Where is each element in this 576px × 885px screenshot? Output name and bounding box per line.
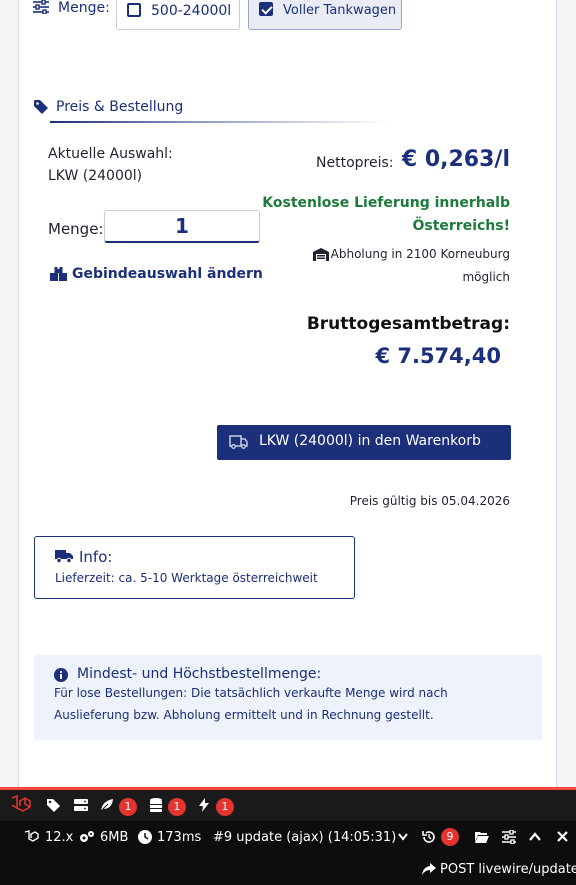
quantity-label: Menge: — [48, 220, 104, 238]
gross-total-value: € 7.574,40 — [375, 344, 501, 368]
min-max-notice: Mindest- und Höchstbestellmenge: Für los… — [34, 655, 542, 740]
share-icon — [422, 863, 436, 875]
debugbar-status: 12.x 6MB 173ms #9 update (ajax) (14:05:3… — [0, 821, 576, 885]
pickup-text: Abholung in 2100 Korneuburg — [330, 247, 510, 261]
database-icon[interactable] — [150, 798, 162, 812]
laravel-small-icon — [24, 830, 40, 844]
price-valid-until: Preis gültig bis 05.04.2026 — [349, 494, 510, 508]
add-to-cart-button[interactable]: LKW (24000l) in den Warenkorb — [217, 425, 511, 460]
section-divider — [50, 121, 390, 123]
info-box: Info: Lieferzeit: ca. 5-10 Werktage öste… — [34, 536, 355, 599]
bolt-icon[interactable] — [199, 798, 209, 812]
section-title: Preis & Bestellung — [56, 99, 184, 115]
option-500-24000l[interactable]: 500-24000l — [116, 0, 240, 30]
laravel-logo-icon[interactable] — [10, 795, 32, 815]
tags-icon[interactable] — [47, 798, 61, 812]
option-voller-tankwagen[interactable]: Voller Tankwagen — [248, 0, 402, 30]
history-badge: 9 — [441, 828, 459, 846]
warehouse-icon — [313, 248, 329, 261]
request-route: POST livewire/update — [440, 862, 576, 877]
debugbar-tabs: 1 1 1 — [0, 787, 576, 821]
quantity-filter-label: Menge: — [58, 0, 110, 16]
leaf-badge: 1 — [119, 798, 137, 816]
truck-icon — [229, 435, 248, 449]
min-max-text-1: Für lose Bestellungen: Die tatsächlich v… — [54, 686, 448, 700]
server-icon[interactable] — [74, 799, 88, 811]
min-max-title: Mindest- und Höchstbestellmenge: — [77, 666, 322, 682]
change-container-label: Gebindeauswahl ändern — [72, 266, 263, 282]
current-selection-label: Aktuelle Auswahl: — [48, 146, 173, 162]
gross-total-label: Bruttogesamtbetrag: — [306, 314, 510, 334]
sliders-icon — [33, 0, 49, 14]
request-time: 173ms — [157, 830, 202, 845]
net-price-value: € 0,263/l — [401, 147, 510, 172]
database-badge: 1 — [168, 798, 186, 816]
net-price-label: Nettopreis: — [316, 155, 394, 171]
add-to-cart-label: LKW (24000l) in den Warenkorb — [259, 433, 481, 449]
quantity-input[interactable]: 1 — [104, 210, 260, 243]
folder-open-icon[interactable] — [475, 831, 489, 843]
pickup-text-2: möglich — [462, 270, 510, 284]
settings-icon[interactable] — [502, 830, 516, 844]
option-label: Voller Tankwagen — [283, 3, 397, 18]
chevron-down-icon[interactable] — [398, 833, 408, 841]
tag-icon — [34, 100, 48, 114]
chevron-up-icon[interactable] — [529, 832, 541, 841]
current-selection-value: LKW (24000l) — [48, 168, 143, 184]
truck-icon — [55, 550, 73, 563]
checkbox[interactable] — [127, 3, 141, 17]
leaf-icon[interactable] — [100, 798, 114, 812]
info-text: Lieferzeit: ca. 5-10 Werktage österreich… — [55, 571, 318, 585]
memory-usage: 6MB — [100, 830, 129, 845]
free-delivery-text-2: Österreichs! — [412, 218, 510, 234]
info-circle-icon — [54, 668, 68, 682]
info-title: Info: — [79, 548, 113, 566]
free-delivery-text: Kostenlose Lieferung innerhalb — [262, 195, 510, 211]
close-icon[interactable] — [557, 831, 568, 842]
checkbox-checked[interactable] — [259, 2, 273, 16]
history-icon[interactable] — [422, 830, 436, 844]
laravel-version: 12.x — [45, 830, 74, 845]
option-label: 500-24000l — [151, 3, 232, 19]
request-selector[interactable]: #9 update (ajax) (14:05:31) — [213, 830, 396, 845]
boxes-icon — [50, 267, 67, 282]
clock-icon — [138, 830, 152, 844]
min-max-text-2: Auslieferung bzw. Abholung ermittelt und… — [54, 708, 434, 722]
bolt-badge: 1 — [216, 798, 234, 816]
cogs-icon — [79, 830, 95, 844]
